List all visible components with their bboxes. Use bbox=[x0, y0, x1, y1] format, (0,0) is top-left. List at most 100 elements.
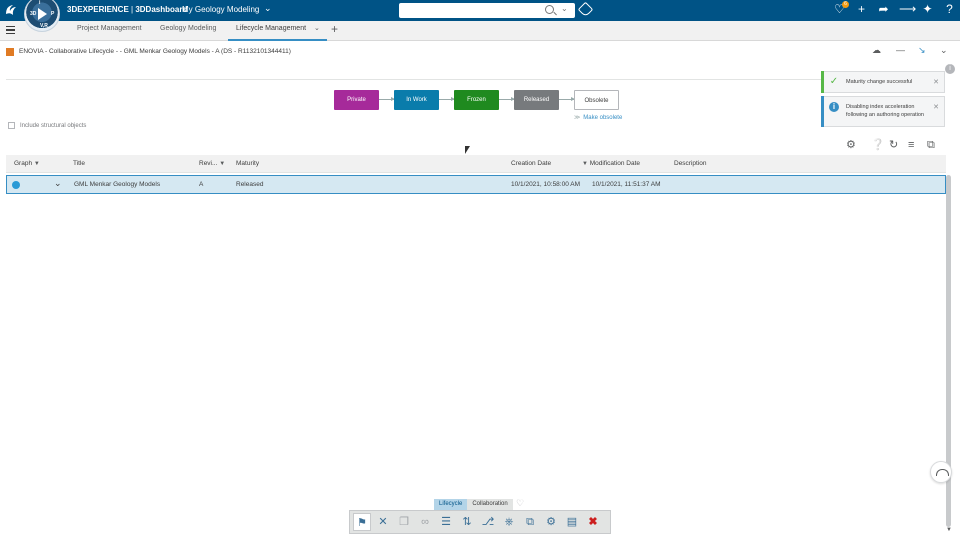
double-arrow-icon: ≫ bbox=[574, 115, 581, 121]
transition-arrow bbox=[499, 97, 515, 101]
actionbar-tabs: Lifecycle Collaboration bbox=[434, 499, 513, 510]
settings-gear-icon[interactable]: ⚙ bbox=[846, 138, 856, 152]
revision-list-icon[interactable]: ☰ bbox=[437, 513, 455, 531]
actionbar-tab-collaboration[interactable]: Collaboration bbox=[467, 499, 513, 510]
help-icon[interactable]: ? bbox=[943, 2, 956, 17]
dashboard-title[interactable]: My Geology Modeling bbox=[182, 5, 259, 14]
cancel-cross-icon[interactable]: ✕ bbox=[374, 513, 392, 531]
compass-play-icon[interactable] bbox=[38, 8, 47, 20]
notification-text: Disabling index acceleration following a… bbox=[846, 104, 924, 118]
dashboard-tab-bar: Project Management Geology Modeling Life… bbox=[0, 21, 960, 41]
checkbox[interactable] bbox=[8, 122, 15, 129]
copy-document-icon[interactable]: ❐ bbox=[395, 513, 413, 531]
column-header-graph[interactable]: Graph ▼ bbox=[14, 160, 40, 167]
branch-icon[interactable]: ⎇ bbox=[479, 513, 497, 531]
notification-info: i Disabling index acceleration following… bbox=[821, 96, 945, 127]
new-revision-icon[interactable]: ⇅ bbox=[458, 513, 476, 531]
sidebar-toggle-icon[interactable] bbox=[6, 26, 15, 35]
state-obsolete[interactable]: Obsolete bbox=[574, 90, 619, 110]
refresh-icon[interactable]: ↻ bbox=[889, 138, 898, 152]
properties-icon[interactable]: ▤ bbox=[563, 513, 581, 531]
state-frozen[interactable]: Frozen bbox=[454, 90, 499, 110]
column-header-title[interactable]: Title bbox=[73, 160, 85, 167]
list-view-icon[interactable]: ≡ bbox=[908, 138, 914, 152]
add-icon[interactable]: + bbox=[855, 2, 868, 17]
action-bar: ⚑ ✕ ❐ ∞ ☰ ⇅ ⎇ ⎈ ⧉ ⚙ ▤ ✖ bbox=[349, 510, 611, 534]
compass-quadrant-vr[interactable]: V,R bbox=[40, 23, 48, 29]
tools-icon[interactable]: ✦ bbox=[921, 2, 934, 17]
top-bar: 3DEXPERIENCE | 3DDashboard My Geology Mo… bbox=[0, 0, 960, 21]
make-obsolete-link[interactable]: ≫ Make obsolete bbox=[574, 114, 622, 121]
network-share-icon[interactable]: ⟶ bbox=[899, 2, 916, 17]
add-tab-icon[interactable]: + bbox=[331, 22, 338, 36]
header-divider bbox=[6, 79, 944, 80]
state-in-work[interactable]: In Work bbox=[394, 90, 439, 110]
sort-icon: ▼ bbox=[582, 161, 588, 167]
platform-brand: 3DEXPERIENCE | 3DDashboard bbox=[67, 5, 188, 14]
dock-toggle-button[interactable] bbox=[930, 461, 952, 483]
cell-revision: A bbox=[199, 181, 204, 188]
column-header-revision[interactable]: Revi... ▼ bbox=[199, 160, 225, 167]
compass-quadrant-3d[interactable]: 3D bbox=[30, 11, 36, 17]
checkmark-icon: ✓ bbox=[829, 76, 839, 87]
ds-logo-icon[interactable] bbox=[4, 3, 18, 17]
close-icon[interactable]: ✕ bbox=[933, 78, 939, 86]
merge-icon[interactable]: ⎈ bbox=[500, 513, 518, 531]
share-icon[interactable]: ➦ bbox=[877, 2, 890, 17]
expand-chevron-icon[interactable]: ⌄ bbox=[54, 178, 62, 189]
search-options-chevron-icon[interactable]: ⌄ bbox=[561, 4, 568, 13]
notifications-icon[interactable]: ♡ 6 bbox=[833, 1, 849, 17]
notification-accent-bar bbox=[821, 71, 824, 93]
notification-text: Maturity change successful bbox=[846, 79, 913, 85]
cell-title: GML Menkar Geology Models bbox=[74, 181, 161, 188]
column-header-description[interactable]: Description bbox=[674, 160, 707, 167]
view-mode-icon[interactable]: ⧉ bbox=[927, 138, 935, 152]
table-header: Graph ▼ Title Revi... ▼ Maturity Creatio… bbox=[6, 155, 946, 173]
scroll-down-icon[interactable]: ▼ bbox=[946, 527, 952, 533]
state-private[interactable]: Private bbox=[334, 90, 379, 110]
notification-success: ✓ Maturity change successful ✕ bbox=[821, 71, 945, 93]
table-row[interactable]: ⌄ GML Menkar Geology Models A Released 1… bbox=[6, 175, 946, 194]
search-input[interactable]: ⌄ bbox=[399, 3, 575, 18]
sort-icon: ▼ bbox=[33, 161, 40, 167]
tag-icon[interactable] bbox=[577, 1, 594, 18]
dashboard-menu-chevron-icon[interactable]: ⌄ bbox=[264, 3, 272, 14]
tab-project-management[interactable]: Project Management bbox=[77, 25, 142, 32]
transition-arrow bbox=[379, 97, 395, 101]
state-released[interactable]: Released bbox=[514, 90, 559, 110]
transition-arrow bbox=[559, 97, 575, 101]
help-circle-icon[interactable]: ❔ bbox=[871, 138, 885, 152]
tab-lifecycle-management[interactable]: Lifecycle Management bbox=[236, 25, 306, 32]
column-header-creation-date[interactable]: Creation Date bbox=[511, 160, 551, 167]
minimize-icon[interactable]: — bbox=[896, 45, 905, 55]
info-panel-icon[interactable]: i bbox=[945, 64, 955, 74]
search-icon[interactable] bbox=[545, 5, 554, 14]
cell-creation-date: 10/1/2021, 10:58:00 AM bbox=[511, 181, 581, 188]
graph-node-icon[interactable] bbox=[12, 181, 20, 189]
widget-header: ENOVIA - Collaborative Lifecycle - - GML… bbox=[0, 41, 960, 63]
widget-menu-chevron-icon[interactable]: ⌄ bbox=[940, 45, 948, 56]
column-header-maturity[interactable]: Maturity bbox=[236, 160, 259, 167]
delete-icon[interactable]: ✖ bbox=[584, 513, 602, 531]
column-header-modification-date[interactable]: ▼ Modification Date bbox=[582, 160, 640, 167]
tab-menu-chevron-icon[interactable]: ⌄ bbox=[314, 24, 320, 32]
include-structural-checkbox[interactable]: Include structural objects bbox=[8, 122, 86, 129]
notification-badge: 6 bbox=[842, 1, 849, 8]
sort-icon: ▼ bbox=[219, 161, 226, 167]
compare-icon[interactable]: ∞ bbox=[416, 513, 434, 531]
collapse-icon[interactable]: ↘ bbox=[918, 45, 926, 56]
favorite-heart-icon[interactable]: ♡ bbox=[516, 498, 524, 509]
widget-title: ENOVIA - Collaborative Lifecycle - - GML… bbox=[19, 48, 291, 55]
notification-accent-bar bbox=[821, 96, 824, 127]
compass-quadrant-i[interactable]: i bbox=[39, 0, 40, 6]
duplicate-icon[interactable]: ⧉ bbox=[521, 513, 539, 531]
cell-maturity: Released bbox=[236, 181, 264, 188]
close-icon[interactable]: ✕ bbox=[933, 103, 939, 111]
top-right-actions: ♡ 6 + ➦ ⟶ ✦ ? bbox=[833, 1, 956, 17]
change-owner-icon[interactable]: ⚙ bbox=[542, 513, 560, 531]
compass-quadrant-p[interactable]: P bbox=[51, 11, 54, 17]
tab-geology-modeling[interactable]: Geology Modeling bbox=[160, 25, 216, 32]
cloud-icon[interactable]: ☁ bbox=[872, 45, 881, 56]
actionbar-tab-lifecycle[interactable]: Lifecycle bbox=[434, 499, 468, 510]
maturity-flag-icon[interactable]: ⚑ bbox=[353, 513, 371, 531]
